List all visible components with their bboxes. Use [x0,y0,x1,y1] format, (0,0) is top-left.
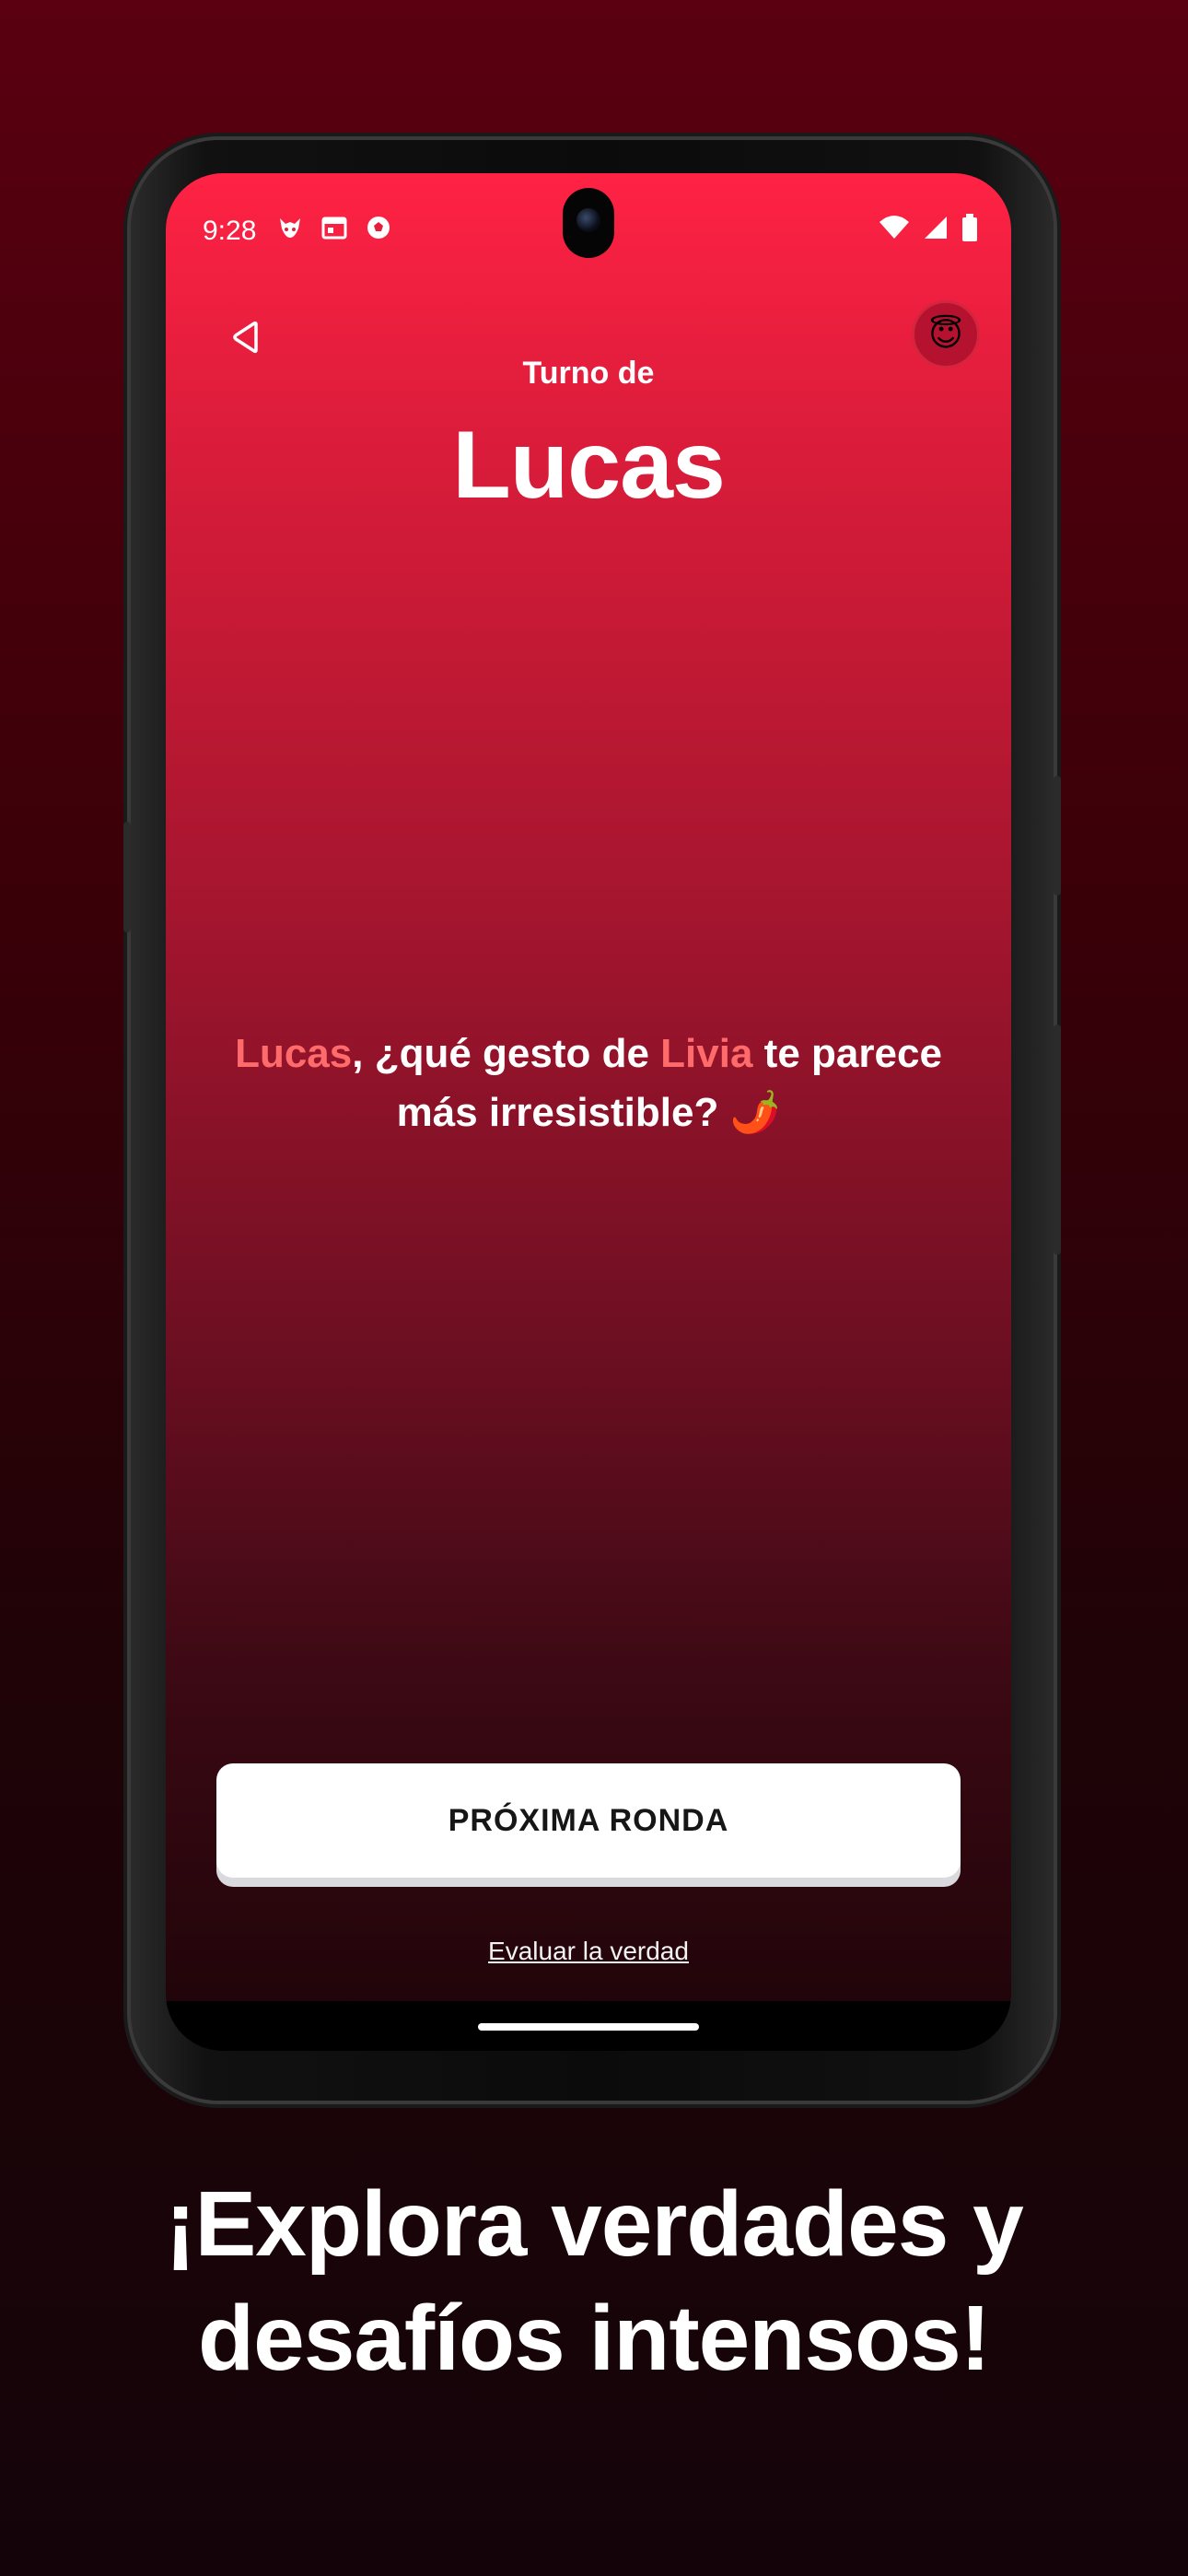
home-indicator[interactable] [478,2023,699,2031]
next-round-button[interactable]: PRÓXIMA RONDA [216,1763,961,1878]
gesture-nav-bar [166,2001,1011,2051]
signal-icon [923,215,949,248]
status-time: 9:28 [203,216,257,246]
wifi-icon [879,215,910,248]
phone-side-button [123,822,131,932]
status-bar: 9:28 [166,206,1011,262]
battery-icon [961,214,978,249]
question-player-name: Lucas [235,1031,353,1076]
phone-volume-button [1054,776,1061,896]
current-player-name: Lucas [452,412,726,519]
app-screen: 9:28 😇 Turno de Lucas Lucas, ¿qué gesto … [166,173,1011,2051]
promo-headline-line-2: desafíos intensos! [198,2287,991,2390]
evaluate-truth-link[interactable]: Evaluar la verdad [166,1937,1011,1966]
promo-headline-line-1: ¡Explora verdades y [165,2172,1023,2276]
status-left-icons [276,214,392,241]
question-segment: , ¿qué gesto de [352,1031,661,1076]
question-partner-name: Livia [660,1031,753,1076]
question-text: Lucas, ¿qué gesto de Livia te parece más… [203,1025,974,1142]
chili-pepper-icon: 🌶️ [729,1090,781,1135]
soccer-ball-icon [365,214,392,241]
promo-headline: ¡Explora verdades y desafíos intensos! [0,2167,1188,2395]
turn-label: Turno de [522,356,655,391]
status-right-icons [879,214,978,249]
app-devil-icon [276,214,304,241]
angel-emoji-icon: 😇 [928,315,963,353]
phone-power-button [1054,1025,1061,1255]
back-arrow-icon [233,321,258,354]
calendar-icon [320,214,348,241]
phone-frame: 9:28 😇 Turno de Lucas Lucas, ¿qué gesto … [123,140,1061,2101]
